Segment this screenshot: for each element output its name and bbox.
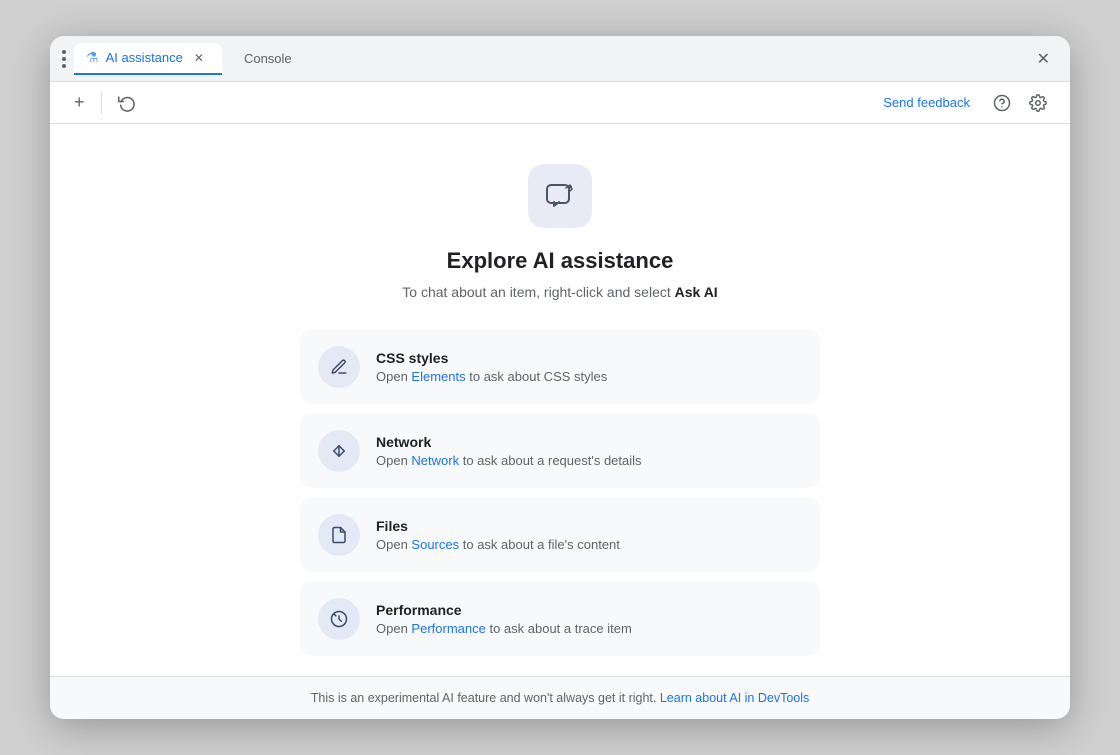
devtools-window: ⚗ AI assistance ✕ Console ✕ + Send feedb…: [50, 36, 1070, 719]
toolbar: + Send feedback: [50, 82, 1070, 124]
settings-button[interactable]: [1022, 89, 1054, 117]
performance-icon: [330, 610, 348, 628]
files-text: Files Open Sources to ask about a file's…: [376, 518, 620, 552]
css-styles-link[interactable]: Elements: [411, 369, 465, 384]
feature-card-files: Files Open Sources to ask about a file's…: [300, 498, 820, 572]
performance-title: Performance: [376, 602, 632, 618]
window-close-button[interactable]: ✕: [1029, 45, 1058, 73]
feature-card-css-styles: CSS styles Open Elements to ask about CS…: [300, 330, 820, 404]
feature-card-performance: Performance Open Performance to ask abou…: [300, 582, 820, 656]
performance-icon-circle: [318, 598, 360, 640]
files-desc-after: to ask about a file's content: [459, 537, 620, 552]
files-desc: Open Sources to ask about a file's conte…: [376, 537, 620, 552]
files-icon-circle: [318, 514, 360, 556]
network-desc-before: Open: [376, 453, 411, 468]
ai-assistance-tab-label: AI assistance: [106, 50, 183, 65]
network-desc: Open Network to ask about a request's de…: [376, 453, 642, 468]
send-feedback-link[interactable]: Send feedback: [883, 95, 970, 110]
three-dots-menu[interactable]: [62, 50, 66, 68]
footer: This is an experimental AI feature and w…: [50, 676, 1070, 719]
network-icon-circle: [318, 430, 360, 472]
footer-learn-link[interactable]: Learn about AI in DevTools: [660, 691, 809, 705]
network-title: Network: [376, 434, 642, 450]
page-title: Explore AI assistance: [447, 248, 674, 274]
css-styles-title: CSS styles: [376, 350, 607, 366]
history-button[interactable]: [110, 89, 144, 117]
ai-assistance-tab-close[interactable]: ✕: [190, 49, 208, 67]
network-text: Network Open Network to ask about a requ…: [376, 434, 642, 468]
files-desc-before: Open: [376, 537, 411, 552]
new-tab-button[interactable]: +: [66, 87, 93, 118]
css-styles-text: CSS styles Open Elements to ask about CS…: [376, 350, 607, 384]
css-styles-icon: [330, 358, 348, 376]
ai-icon-wrapper: [528, 164, 592, 228]
performance-desc-after: to ask about a trace item: [486, 621, 632, 636]
ai-assistance-tab-icon: ⚗: [86, 49, 99, 66]
network-icon: [330, 442, 348, 460]
tab-ai-assistance[interactable]: ⚗ AI assistance ✕: [74, 43, 222, 75]
tab-console[interactable]: Console: [230, 45, 306, 72]
settings-icon: [1029, 94, 1047, 112]
toolbar-separator: [101, 92, 102, 114]
main-content: Explore AI assistance To chat about an i…: [50, 124, 1070, 676]
network-desc-after: to ask about a request's details: [459, 453, 641, 468]
subtitle-bold: Ask AI: [675, 284, 718, 300]
css-styles-desc-after: to ask about CSS styles: [466, 369, 608, 384]
history-icon: [118, 94, 136, 112]
files-title: Files: [376, 518, 620, 534]
help-icon: [993, 94, 1011, 112]
files-link[interactable]: Sources: [411, 537, 459, 552]
network-link[interactable]: Network: [411, 453, 459, 468]
performance-desc: Open Performance to ask about a trace it…: [376, 621, 632, 636]
css-styles-icon-circle: [318, 346, 360, 388]
console-tab-label: Console: [244, 51, 292, 66]
subtitle-text: To chat about an item, right-click and s…: [402, 284, 670, 300]
feature-list: CSS styles Open Elements to ask about CS…: [300, 330, 820, 656]
footer-text: This is an experimental AI feature and w…: [311, 691, 657, 705]
performance-desc-before: Open: [376, 621, 411, 636]
feature-card-network: Network Open Network to ask about a requ…: [300, 414, 820, 488]
css-styles-desc-before: Open: [376, 369, 411, 384]
help-button[interactable]: [986, 89, 1018, 117]
performance-text: Performance Open Performance to ask abou…: [376, 602, 632, 636]
explore-subtitle: To chat about an item, right-click and s…: [402, 284, 717, 300]
css-styles-desc: Open Elements to ask about CSS styles: [376, 369, 607, 384]
title-bar: ⚗ AI assistance ✕ Console ✕: [50, 36, 1070, 82]
ai-chat-icon: [544, 180, 576, 212]
performance-link[interactable]: Performance: [411, 621, 485, 636]
files-icon: [330, 526, 348, 544]
